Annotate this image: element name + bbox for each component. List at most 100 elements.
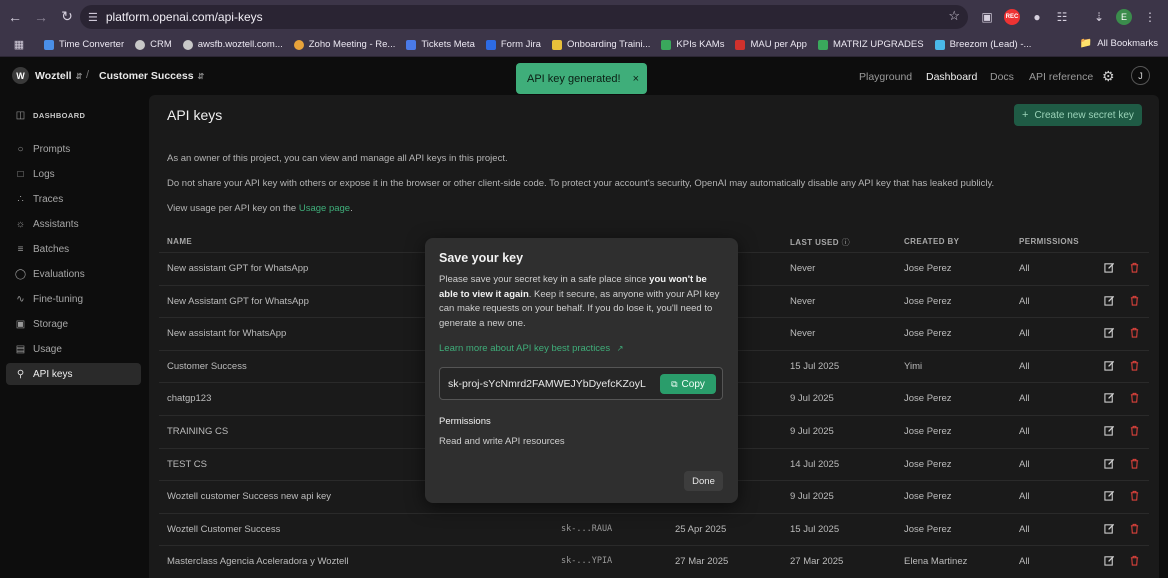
edit-icon[interactable] xyxy=(1104,458,1115,469)
bookmark-item[interactable]: Zoho Meeting - Re... xyxy=(293,39,395,50)
extensions-puzzle-icon[interactable]: ☷ xyxy=(1052,7,1072,27)
bookmark-item[interactable]: Breezom (Lead) -... xyxy=(934,39,1031,50)
sidebar-item-api-keys[interactable]: ⚲ API keys xyxy=(6,363,141,385)
bookmark-item[interactable]: Onboarding Traini... xyxy=(551,39,650,50)
trash-icon[interactable] xyxy=(1129,295,1140,306)
bookmark-item[interactable]: Form Jira xyxy=(485,39,541,50)
bookmark-item[interactable]: Time Converter xyxy=(44,39,124,50)
created-by-cell: Jose Perez xyxy=(904,458,952,470)
done-button[interactable]: Done xyxy=(684,471,723,491)
info-icon: ⓘ xyxy=(841,238,850,247)
trash-icon[interactable] xyxy=(1129,555,1140,567)
bookmark-item[interactable]: CRM xyxy=(135,39,172,50)
download-icon[interactable]: ⇣ xyxy=(1089,7,1109,27)
org-avatar[interactable]: W xyxy=(12,67,29,84)
trash-icon[interactable] xyxy=(1129,262,1140,273)
trash-icon[interactable] xyxy=(1129,490,1140,501)
dashboard-icon: ◫ xyxy=(15,109,26,121)
permissions-cell: All xyxy=(1019,523,1030,535)
address-bar[interactable]: ☰ platform.openai.com/api-keys ☆ xyxy=(80,5,968,29)
browser-toolbar: ← → ↻ ☰ platform.openai.com/api-keys ☆ ▣… xyxy=(0,0,1168,33)
created-by-cell: Jose Perez xyxy=(904,426,952,437)
owner-info-text: As an owner of this project, you can vie… xyxy=(167,153,508,164)
bookmark-star-icon[interactable]: ☆ xyxy=(948,8,960,24)
usage-page-link[interactable]: Usage page xyxy=(299,203,350,214)
table-row[interactable]: Woztell Customer Success sk-...RAUA 25 Apr… xyxy=(159,512,1149,545)
storage-icon: ▣ xyxy=(15,318,26,330)
bookmark-item[interactable]: MAU per App xyxy=(735,39,807,50)
all-bookmarks[interactable]: 📁 All Bookmarks xyxy=(1080,38,1158,49)
trash-icon[interactable] xyxy=(1129,425,1140,436)
bookmark-favicon-icon xyxy=(934,39,945,50)
secret-key-field[interactable]: sk-proj-sYcNmrd2FAMWEJYbDyefcKZoyL ⧉ Copy xyxy=(439,367,723,400)
browser-menu-icon[interactable]: ⋮ xyxy=(1140,7,1160,27)
back-arrow-icon[interactable]: ← xyxy=(4,6,26,28)
screen-share-icon[interactable]: ▣ xyxy=(977,7,997,27)
key-name-cell: TRAINING CS xyxy=(167,426,229,437)
external-link-icon: ↗ xyxy=(616,344,624,353)
extension-icon[interactable]: ● xyxy=(1027,7,1047,27)
usage-info-text: View usage per API key on the Usage page… xyxy=(167,203,353,214)
sidebar-item-evaluations[interactable]: ◯ Evaluations xyxy=(6,263,141,285)
plus-icon: + xyxy=(1022,109,1029,121)
sidebar-item-prompts[interactable]: ○ Prompts xyxy=(6,138,141,160)
recorder-icon[interactable]: REC xyxy=(1002,7,1022,27)
permissions-cell: All xyxy=(1019,491,1030,503)
apps-grid-icon[interactable]: ▦ xyxy=(8,34,30,56)
trash-icon[interactable] xyxy=(1129,327,1140,338)
edit-icon[interactable] xyxy=(1104,555,1115,567)
bookmark-item[interactable]: KPIs KAMs xyxy=(661,39,724,50)
nav-api-reference[interactable]: API reference xyxy=(1029,71,1093,83)
profile-button[interactable]: E xyxy=(1114,7,1134,27)
table-row[interactable]: Masterclass Agencia Aceleradora y Woztel… xyxy=(159,545,1149,577)
sidebar-item-storage[interactable]: ▣ Storage xyxy=(6,313,141,335)
permissions-cell: All xyxy=(1019,295,1030,307)
prompt-icon: ○ xyxy=(17,143,24,155)
org-switcher[interactable]: Woztell ⇵ xyxy=(35,70,82,82)
sidebar-heading-dashboard: ◫ DASHBOARD xyxy=(15,109,86,121)
create-secret-key-button[interactable]: + Create new secret key xyxy=(1014,104,1142,126)
site-settings-icon[interactable]: ☰ xyxy=(88,11,98,24)
project-switcher[interactable]: Customer Success ⇵ xyxy=(99,70,204,82)
edit-icon[interactable] xyxy=(1104,295,1115,306)
sidebar-item-assistants[interactable]: ☼ Assistants xyxy=(6,213,141,235)
sidebar-item-batches[interactable]: ≡ Batches xyxy=(6,238,141,260)
sidebar-item-fine-tuning[interactable]: ∿ Fine-tuning xyxy=(6,288,141,310)
sidebar-item-traces[interactable]: ∴ Traces xyxy=(6,188,141,210)
last-used-cell: Never xyxy=(790,263,816,274)
reload-icon[interactable]: ↻ xyxy=(56,6,78,28)
nav-playground[interactable]: Playground xyxy=(859,71,912,83)
bookmark-item[interactable]: Tickets Meta xyxy=(406,39,475,50)
best-practices-link[interactable]: Learn more about API key best practices … xyxy=(439,343,623,354)
edit-icon[interactable] xyxy=(1104,360,1115,371)
trash-icon[interactable] xyxy=(1129,360,1140,371)
last-used-cell: 9 Jul 2025 xyxy=(790,426,834,437)
created-by-cell: Jose Perez xyxy=(904,328,952,340)
forward-arrow-icon[interactable]: → xyxy=(30,6,52,28)
copy-button[interactable]: ⧉ Copy xyxy=(660,374,716,394)
nav-docs[interactable]: Docs xyxy=(990,71,1014,83)
nav-dashboard[interactable]: Dashboard xyxy=(926,71,977,83)
edit-icon[interactable] xyxy=(1104,490,1115,501)
edit-icon[interactable] xyxy=(1104,262,1115,273)
trash-icon[interactable] xyxy=(1129,458,1140,469)
sidebar-item-usage[interactable]: ▤ Usage xyxy=(6,338,141,360)
key-name-cell: Masterclass Agencia Aceleradora y Woztel… xyxy=(167,556,349,568)
trash-icon[interactable] xyxy=(1129,392,1140,404)
created-by-cell: Jose Perez xyxy=(904,523,952,535)
trash-icon[interactable] xyxy=(1129,523,1140,534)
last-used-cell: 9 Jul 2025 xyxy=(790,491,834,503)
edit-icon[interactable] xyxy=(1104,392,1115,404)
user-avatar[interactable]: J xyxy=(1131,66,1150,85)
key-icon: ⚲ xyxy=(16,368,25,380)
bookmark-item[interactable]: awsfb.woztell.com... xyxy=(182,39,283,50)
edit-icon[interactable] xyxy=(1104,523,1115,534)
sidebar-item-logs[interactable]: □ Logs xyxy=(6,163,141,185)
edit-icon[interactable] xyxy=(1104,425,1115,436)
gear-icon[interactable]: ⚙ xyxy=(1102,68,1115,85)
bookmark-item[interactable]: MATRIZ UPGRADES xyxy=(817,39,924,50)
permissions-cell: All xyxy=(1019,328,1030,340)
close-icon[interactable]: × xyxy=(633,73,639,85)
bookmark-favicon-icon xyxy=(661,39,672,50)
edit-icon[interactable] xyxy=(1104,327,1115,338)
